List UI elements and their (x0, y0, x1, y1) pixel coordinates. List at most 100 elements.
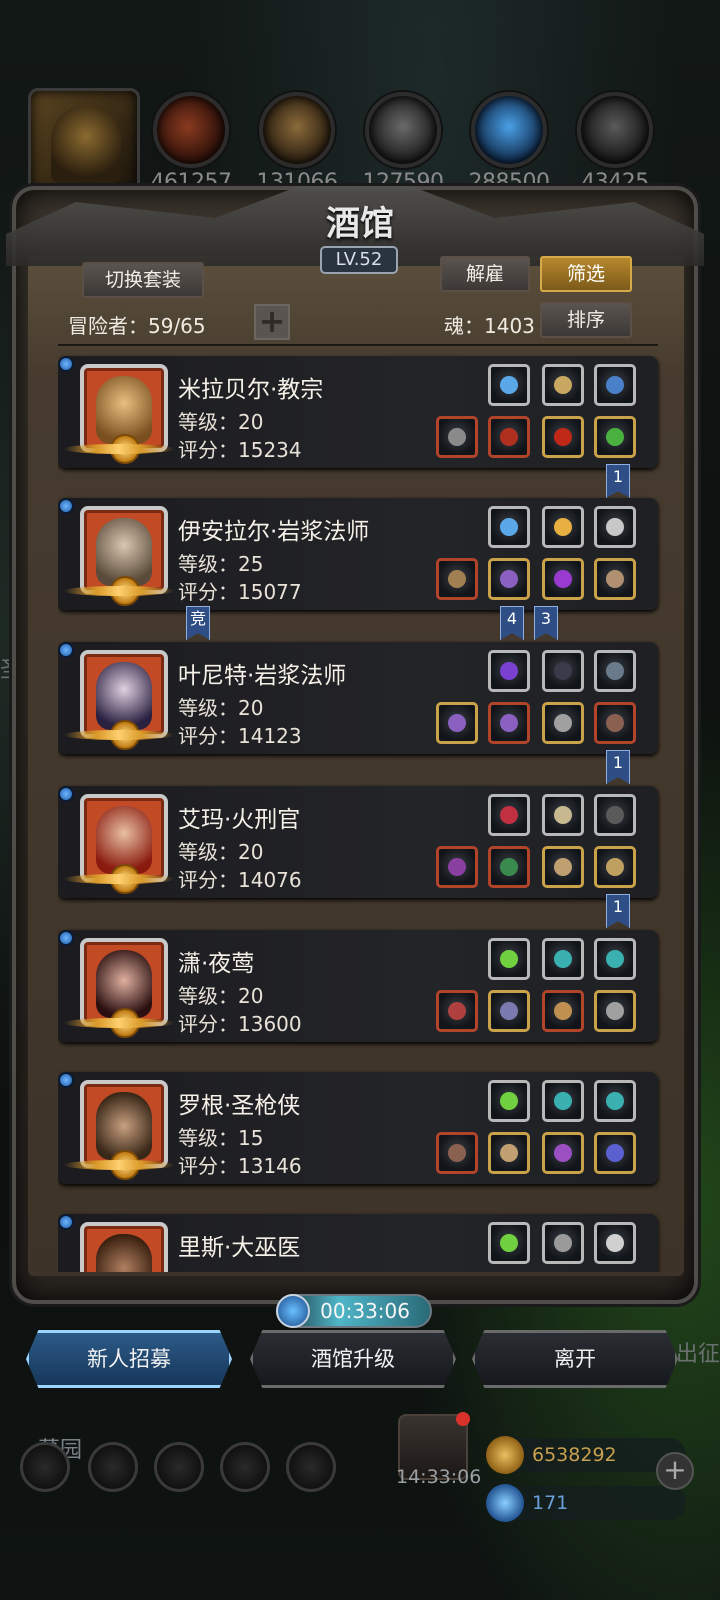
orb-icon[interactable] (488, 506, 530, 548)
add-currency-button[interactable]: + (656, 1452, 694, 1490)
resource-stone[interactable]: 127590 (358, 92, 448, 195)
portrait-avatar (80, 938, 168, 1038)
green-crystal-icon[interactable] (488, 938, 530, 980)
recruit-button[interactable]: 新人招募 (26, 1330, 232, 1388)
adventurer-list[interactable]: 米拉贝尔·教宗 等级：20 评分：15234 1 伊安拉尔·岩浆法师 等级：25… (58, 352, 666, 1272)
timer-text: 00:33:06 (320, 1299, 410, 1323)
sword-icon[interactable] (542, 702, 584, 744)
gold-amount: 6538292 (532, 1444, 617, 1466)
wand-icon[interactable] (542, 650, 584, 692)
lantern-icon[interactable] (542, 506, 584, 548)
side-label-right[interactable]: 出征 (676, 1336, 720, 1368)
notification-dot (456, 1412, 470, 1426)
red-rune-icon[interactable] (488, 794, 530, 836)
armor-icon[interactable] (488, 702, 530, 744)
red-cloak-icon[interactable] (488, 416, 530, 458)
switch-outfit-button[interactable]: 切换套装 (82, 262, 204, 298)
header-divider (58, 344, 658, 346)
chest-armor-icon[interactable] (488, 990, 530, 1032)
feather-icon[interactable] (594, 1222, 636, 1264)
character-score: 评分：14123 (178, 724, 302, 748)
claw-glove-icon[interactable] (594, 990, 636, 1032)
adventurer-card[interactable]: 叶尼特·岩浆法师 等级：20 评分：14123 (58, 642, 658, 754)
blue-dot-icon (58, 786, 74, 802)
blue-ring-icon[interactable] (594, 1132, 636, 1174)
shoulder-armor-icon[interactable] (488, 1132, 530, 1174)
menu-icon[interactable] (286, 1442, 336, 1492)
hero-slot[interactable] (28, 88, 140, 194)
green-armor-icon[interactable] (488, 846, 530, 888)
teal-stone-icon[interactable] (594, 1080, 636, 1122)
gauntlet-icon[interactable] (594, 558, 636, 600)
purple-orb-icon[interactable] (488, 650, 530, 692)
gem-icon (486, 1484, 524, 1522)
character-level: 等级：20 (178, 840, 264, 864)
ring-icon[interactable] (594, 846, 636, 888)
rifle-icon[interactable] (436, 1132, 478, 1174)
filter-button[interactable]: 筛选 (540, 256, 632, 292)
tome-icon[interactable] (594, 650, 636, 692)
adventurer-card[interactable]: 潇·夜莺 等级：20 评分：13600 (58, 930, 658, 1042)
skull-icon[interactable] (542, 794, 584, 836)
teal-stone-icon[interactable] (542, 938, 584, 980)
mail-icon[interactable] (220, 1442, 270, 1492)
character-score: 评分：15077 (178, 580, 302, 604)
purple-gem-icon[interactable] (542, 558, 584, 600)
adventurer-card[interactable]: 里斯·大巫医 (58, 1214, 658, 1272)
chalice-icon[interactable] (594, 506, 636, 548)
axe-icon[interactable] (436, 846, 478, 888)
count-tag: 1 (606, 464, 630, 498)
sort-button[interactable]: 排序 (540, 302, 632, 338)
dagger-icon[interactable] (436, 990, 478, 1032)
gear-icon[interactable] (20, 1442, 70, 1492)
armor-icon[interactable] (488, 558, 530, 600)
green-crystal-icon[interactable] (488, 1222, 530, 1264)
resource-meat[interactable]: 461257 (146, 92, 236, 195)
wing-ornament (64, 730, 174, 740)
rune-icon[interactable] (542, 1222, 584, 1264)
scepter-icon[interactable] (436, 702, 478, 744)
adventurer-card[interactable]: 罗根·圣枪侠 等级：15 评分：13146 (58, 1072, 658, 1184)
portrait-avatar (80, 1080, 168, 1180)
adventurer-card[interactable]: 艾玛·火刑官 等级：20 评分：14076 (58, 786, 658, 898)
hammer-icon[interactable] (436, 416, 478, 458)
adventurer-card[interactable]: 米拉贝尔·教宗 等级：20 评分：15234 (58, 356, 658, 468)
gem-amount: 171 (532, 1492, 569, 1514)
orb-icon[interactable] (488, 364, 530, 406)
book-icon[interactable] (154, 1442, 204, 1492)
resource-wood[interactable]: 131066 (252, 92, 342, 195)
portrait-avatar (80, 1222, 168, 1272)
adventurer-card[interactable]: 伊安拉尔·岩浆法师 等级：25 评分：15077 (58, 498, 658, 610)
dismiss-button[interactable]: 解雇 (440, 256, 530, 292)
red-pouch-icon[interactable] (542, 416, 584, 458)
character-name: 里斯·大巫医 (178, 1235, 301, 1261)
upgrade-tavern-button[interactable]: 酒馆升级 (250, 1330, 456, 1388)
count-tag: 3 (534, 606, 558, 640)
blue-glove-icon[interactable] (594, 364, 636, 406)
count-tag: 4 (500, 606, 524, 640)
blue-dot-icon (58, 498, 74, 514)
wing-ornament (64, 874, 174, 884)
crystal-icon (471, 92, 547, 168)
meat-icon (153, 92, 229, 168)
boot-icon[interactable] (594, 794, 636, 836)
bracer-icon[interactable] (594, 702, 636, 744)
amulet-icon[interactable] (542, 990, 584, 1032)
purple-ring-icon[interactable] (542, 1132, 584, 1174)
shield-icon[interactable] (88, 1442, 138, 1492)
staff-icon[interactable] (436, 558, 478, 600)
resource-iron[interactable]: 43425 (570, 92, 660, 195)
horn-icon[interactable] (542, 846, 584, 888)
resource-crystal[interactable]: 288500 (464, 92, 554, 195)
panel-title: 酒馆 (326, 204, 394, 244)
teal-stone-icon[interactable] (542, 1080, 584, 1122)
add-slot-button[interactable]: + (254, 304, 290, 340)
wing-ornament (64, 586, 174, 596)
soul-count: 魂：1403 (444, 314, 535, 338)
leave-button[interactable]: 离开 (472, 1330, 678, 1388)
green-crystal-icon[interactable] (488, 1080, 530, 1122)
eye-icon[interactable] (542, 364, 584, 406)
green-pendant-icon[interactable] (594, 416, 636, 458)
blue-dot-icon (58, 930, 74, 946)
teal-stone-icon[interactable] (594, 938, 636, 980)
